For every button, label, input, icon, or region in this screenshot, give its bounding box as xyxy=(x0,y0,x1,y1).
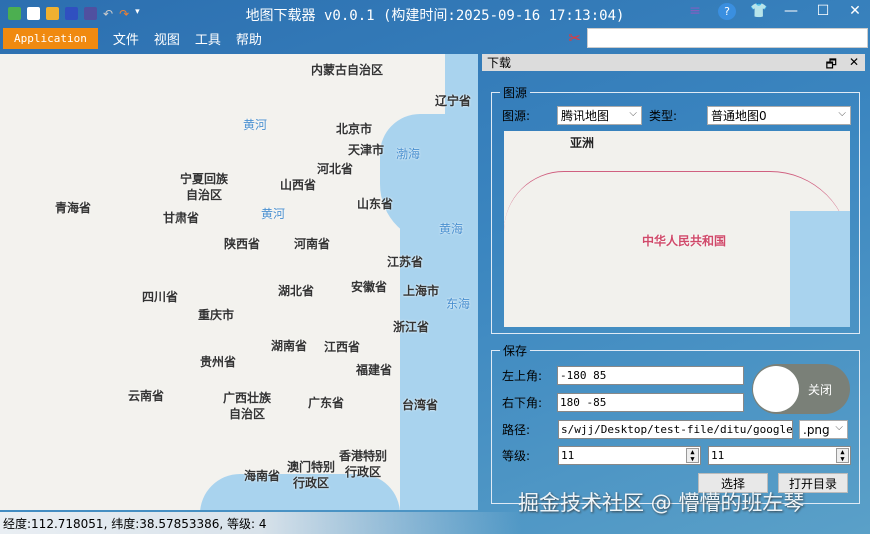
save-icon[interactable] xyxy=(65,6,78,20)
map-label: 河南省 xyxy=(293,237,331,251)
toggle-label: 关闭 xyxy=(807,383,832,397)
menu-file[interactable]: 文件 xyxy=(113,29,139,48)
format-select[interactable]: .png ⌵ xyxy=(799,420,848,439)
save-group-legend: 保存 xyxy=(503,344,528,358)
maximize-button[interactable]: ☐ xyxy=(814,3,832,20)
map-label: 台湾省 xyxy=(401,398,439,412)
tools-icon[interactable]: ✂ xyxy=(568,29,581,47)
map-label: 香港特别 行政区 xyxy=(338,449,388,479)
map-label: 黄河 xyxy=(242,118,268,132)
path-label: 路径: xyxy=(502,423,531,437)
menu-view[interactable]: 视图 xyxy=(154,29,180,48)
customize-dropdown-icon[interactable]: ▾ xyxy=(135,7,140,20)
map-label: 云南省 xyxy=(127,389,165,403)
panel-header: 下载 🗗 ✕ xyxy=(482,54,865,71)
menu-help[interactable]: 帮助 xyxy=(236,29,262,48)
type-select[interactable]: 普通地图0 ⌵ xyxy=(707,106,851,125)
panel-title: 下载 xyxy=(487,56,512,70)
menu-lines-icon[interactable]: ≡ xyxy=(686,3,704,20)
map-label: 澳门特别 行政区 xyxy=(286,460,336,490)
map-label: 上海市 xyxy=(402,284,440,298)
type-label: 类型: xyxy=(649,109,678,123)
map-label: 江苏省 xyxy=(386,255,424,269)
map-label: 宁夏回族 自治区 xyxy=(179,172,229,202)
preview-label-china: 中华人民共和国 xyxy=(641,234,727,248)
menu-bar: Application 文件 视图 工具 帮助 ✂ xyxy=(0,27,870,50)
map-label: 北京市 xyxy=(335,122,373,136)
redo-icon[interactable]: ↷ xyxy=(119,7,129,21)
map-label: 福建省 xyxy=(355,363,393,377)
map-label: 海南省 xyxy=(243,469,281,483)
map-label: 内蒙古自治区 xyxy=(310,63,384,77)
map-label: 安徽省 xyxy=(350,280,388,294)
download-panel: 下载 🗗 ✕ 图源 图源: 腾讯地图 ⌵ 类型: 普通地图0 ⌵ 亚洲 中华人民共和国… xyxy=(482,54,865,510)
map-preview[interactable]: 亚洲 中华人民共和国 xyxy=(504,131,850,327)
bottom-right-input[interactable]: 180 -85 xyxy=(557,393,744,412)
minimize-button[interactable]: — xyxy=(782,3,800,20)
close-button[interactable]: ✕ xyxy=(846,3,864,20)
level-min-stepper[interactable]: 11 ▲ ▼ xyxy=(558,446,701,465)
map-label: 甘肃省 xyxy=(162,211,200,225)
menu-tools[interactable]: 工具 xyxy=(195,29,221,48)
map-label: 山东省 xyxy=(356,197,394,211)
top-left-input[interactable]: -180 85 xyxy=(557,366,744,385)
level-max-stepper[interactable]: 11 ▲ ▼ xyxy=(708,446,851,465)
map-label: 广西壮族 自治区 xyxy=(222,391,272,421)
bottom-right-label: 右下角: xyxy=(502,396,543,410)
map-label: 重庆市 xyxy=(197,308,235,322)
map-label: 青海省 xyxy=(54,201,92,215)
map-label: 江西省 xyxy=(323,340,361,354)
source-label: 图源: xyxy=(502,109,531,123)
map-label: 山西省 xyxy=(279,178,317,192)
toggle-switch[interactable]: 关闭 xyxy=(752,364,850,414)
close-panel-icon[interactable]: ✕ xyxy=(849,55,859,76)
map-label: 河北省 xyxy=(316,162,354,176)
status-bar: 经度:112.718051, 纬度:38.57853386, 等级: 4 xyxy=(0,512,870,534)
map-label: 黄海 xyxy=(438,222,464,236)
undo-icon[interactable]: ↶ xyxy=(103,7,113,21)
map-label: 东海 xyxy=(445,297,471,311)
map-label: 贵州省 xyxy=(199,355,237,369)
map-label: 湖北省 xyxy=(277,284,315,298)
map-label: 广东省 xyxy=(307,396,345,410)
map-label: 四川省 xyxy=(141,290,179,304)
skin-icon[interactable]: 👕 xyxy=(750,3,768,20)
map-label: 湖南省 xyxy=(270,339,308,353)
map-label: 黄河 xyxy=(260,207,286,221)
help-icon[interactable]: ? xyxy=(718,3,736,20)
open-folder-icon[interactable] xyxy=(46,6,59,20)
app-logo-icon xyxy=(8,6,21,20)
source-group-legend: 图源 xyxy=(503,86,528,100)
map-view[interactable]: 内蒙古自治区辽宁省黄河 北京市天津市 渤海河北省宁夏回族 自治区 山西省山东省 青海省甘… xyxy=(0,54,478,510)
top-left-label: 左上角: xyxy=(502,369,543,383)
level-label: 等级: xyxy=(502,449,531,463)
map-label: 辽宁省 xyxy=(434,94,472,108)
map-label: 浙江省 xyxy=(392,320,430,334)
path-input[interactable]: s/wjj/Desktop/test-file/ditu/googlemap xyxy=(558,420,793,439)
float-panel-icon[interactable]: 🗗 xyxy=(826,55,837,76)
map-label: 陕西省 xyxy=(223,237,261,251)
map-label: 渤海 xyxy=(395,147,421,161)
preview-label-asia: 亚洲 xyxy=(569,136,595,150)
save-all-icon[interactable] xyxy=(84,6,97,20)
search-input[interactable] xyxy=(587,28,868,48)
menu-application[interactable]: Application xyxy=(3,28,98,49)
map-label: 天津市 xyxy=(347,143,385,157)
new-file-icon[interactable] xyxy=(27,6,40,20)
source-select[interactable]: 腾讯地图 ⌵ xyxy=(557,106,642,125)
title-bar: ↶ ↷ ▾ 地图下载器 v0.0.1 (构建时间:2025-09-16 17:1… xyxy=(0,0,870,26)
